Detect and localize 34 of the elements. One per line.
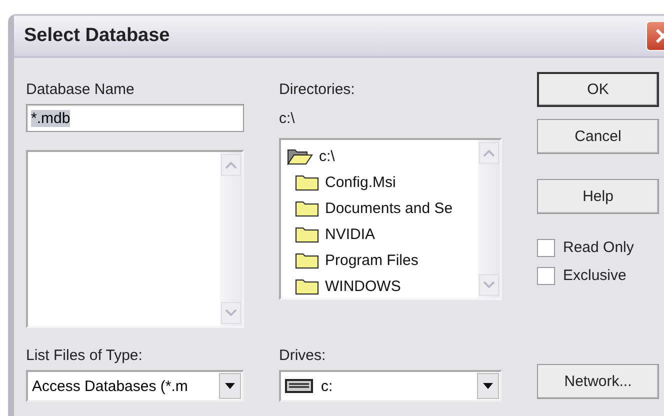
scrollbar[interactable]	[220, 152, 242, 326]
checkbox-label: Exclusive	[563, 266, 626, 286]
dropdown-icon	[483, 383, 493, 389]
scrollbar[interactable]	[478, 140, 500, 298]
field-label: Database Name	[26, 80, 136, 100]
field-label: List Files of Type:	[26, 346, 144, 366]
checkbox[interactable]	[537, 239, 555, 257]
directory-item[interactable]: WINDOWS	[287, 273, 478, 298]
scroll-down-icon[interactable]	[483, 281, 495, 289]
dropdown-icon	[225, 383, 235, 389]
directory-item[interactable]: c:\	[287, 143, 478, 169]
checkbox[interactable]	[537, 267, 555, 285]
scroll-up-icon[interactable]	[225, 161, 237, 169]
directory-item[interactable]: Program Files	[287, 247, 478, 273]
directory-item[interactable]: Config.Msi	[287, 169, 478, 195]
drive-icon	[285, 379, 313, 393]
file-list[interactable]	[26, 150, 244, 328]
scroll-down-icon[interactable]	[225, 309, 237, 317]
network-button[interactable]: Network...	[537, 364, 659, 399]
directory-item[interactable]: NVIDIA	[287, 221, 478, 247]
drives-dropdown[interactable]: c:	[279, 370, 502, 402]
checkbox-label: Read Only	[563, 238, 634, 258]
dialog-button[interactable]: Help	[537, 179, 659, 214]
directory-item[interactable]: Documents and Se	[287, 195, 478, 221]
window-title: Select Database	[24, 25, 170, 47]
database-name-field[interactable]: *.mdb	[26, 104, 244, 132]
file-type-dropdown[interactable]: Access Databases (*.m	[26, 370, 244, 402]
current-directory: c:\	[279, 110, 296, 129]
field-label: Drives:	[279, 346, 327, 366]
scroll-up-icon[interactable]	[483, 149, 495, 157]
directory-list[interactable]: c:\ Config.Msi Documents and Se NVIDIA Program Files WINDOWS	[279, 138, 502, 300]
dialog-button[interactable]: Cancel	[537, 119, 659, 154]
field-label: Directories:	[279, 80, 356, 100]
dialog-button[interactable]: OK	[537, 72, 659, 107]
